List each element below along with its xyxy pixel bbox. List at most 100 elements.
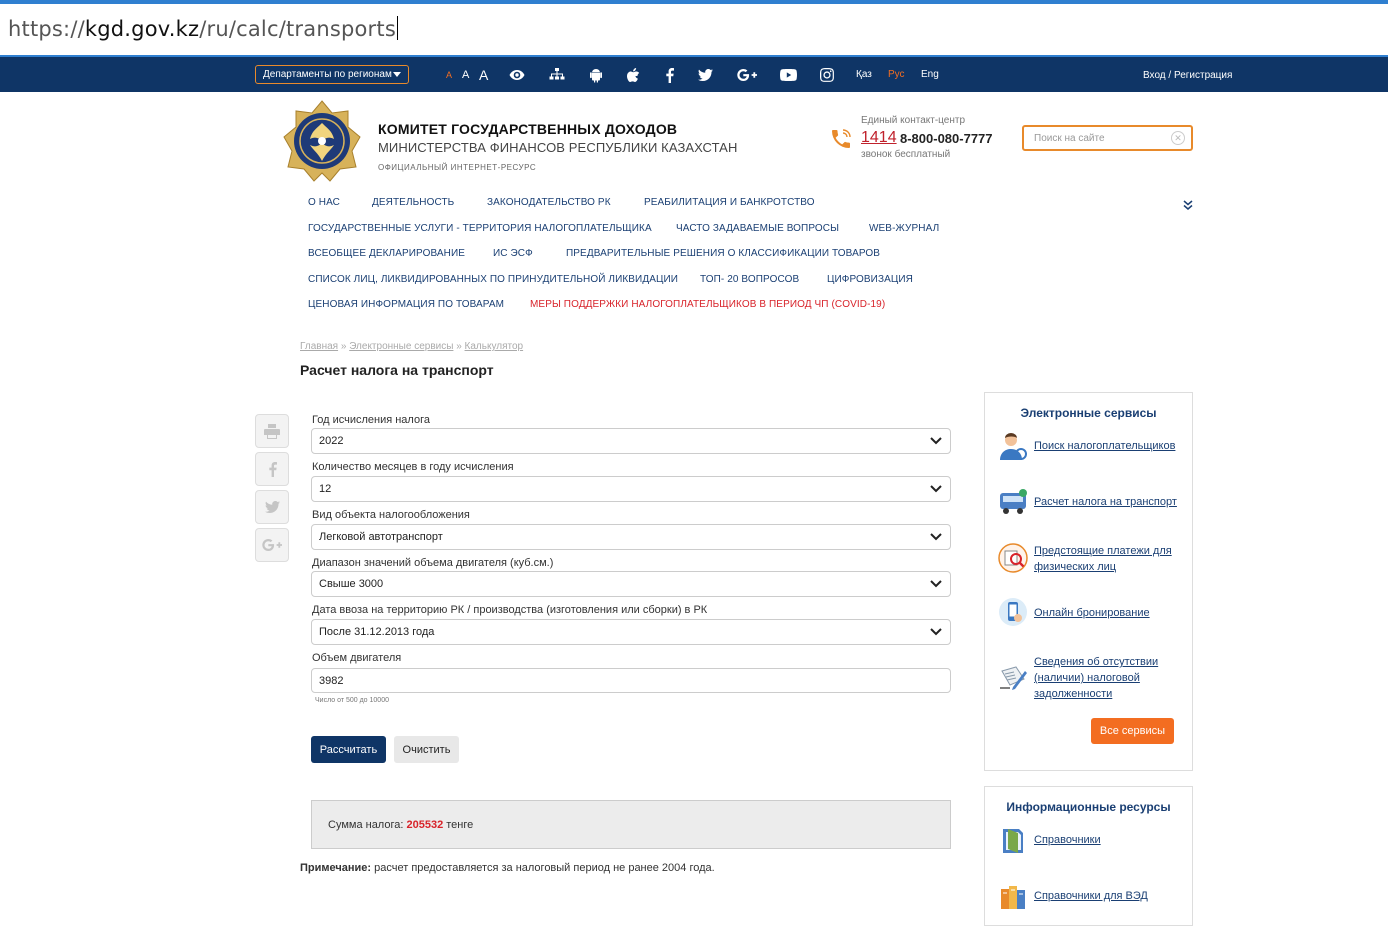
payments-search-icon	[997, 542, 1029, 574]
phone-icon	[829, 127, 853, 151]
contact-long-number: 8-800-080-7777	[900, 131, 993, 146]
service-link-transport-tax[interactable]: Расчет налога на транспорт	[1034, 494, 1184, 510]
import-date-label: Дата ввоза на территорию РК / производст…	[312, 604, 708, 616]
chevron-double-down-icon[interactable]	[1182, 198, 1194, 210]
service-link-debt-info[interactable]: Сведения об отсутствии (наличии) налогов…	[1034, 654, 1184, 702]
menu-item-digitalization[interactable]: ЦИФРОВИЗАЦИЯ	[827, 274, 913, 285]
login-link[interactable]: Вход / Регистрация	[1143, 70, 1232, 81]
top-bar: Департаменты по регионам A A A Қаз Рус E…	[0, 57, 1388, 92]
note: Примечание: расчет предоставляется за на…	[300, 862, 715, 874]
eservices-panel: Электронные сервисы Поиск налогоплательщ…	[984, 392, 1193, 771]
menu-item-web-journal[interactable]: WEB-ЖУРНАЛ	[869, 223, 939, 234]
font-size-medium[interactable]: A	[462, 69, 469, 81]
print-icon[interactable]	[255, 414, 289, 448]
menu-item-activity[interactable]: ДЕЯТЕЛЬНОСТЬ	[372, 197, 454, 208]
menu-item-declaration[interactable]: ВСЕОБЩЕЕ ДЕКЛАРИРОВАНИЕ	[308, 248, 465, 259]
departments-dropdown[interactable]: Департаменты по регионам	[255, 65, 409, 84]
engine-range-label: Диапазон значений объема двигателя (куб.…	[312, 557, 554, 569]
tax-year-label: Год исчисления налога	[312, 414, 430, 426]
note-label: Примечание:	[300, 862, 372, 874]
breadcrumb-eservices[interactable]: Электронные сервисы	[349, 341, 453, 352]
org-title: КОМИТЕТ ГОСУДАРСТВЕННЫХ ДОХОДОВ	[378, 121, 678, 137]
breadcrumb: Главная » Электронные сервисы » Калькуля…	[300, 341, 523, 352]
service-link-taxpayer-search[interactable]: Поиск налогоплательщиков	[1034, 438, 1184, 454]
chevron-down-icon	[930, 437, 942, 445]
menu-item-rehabilitation[interactable]: РЕАБИЛИТАЦИЯ И БАНКРОТСТВО	[644, 197, 815, 208]
bus-icon	[997, 486, 1029, 518]
contact-free-note: звонок бесплатный	[861, 149, 951, 160]
debt-info-icon	[997, 661, 1029, 693]
sitemap-icon[interactable]	[548, 66, 566, 84]
contact-center-label: Единый контакт-центр	[861, 115, 966, 126]
apple-icon[interactable]	[624, 66, 642, 84]
facebook-icon[interactable]	[660, 66, 678, 84]
tax-result-label: Сумма налога:	[328, 819, 404, 831]
menu-item-is-esf[interactable]: ИС ЭСФ	[493, 248, 533, 259]
engine-volume-label: Объем двигателя	[312, 652, 402, 664]
menu-item-classification[interactable]: ПРЕДВАРИТЕЛЬНЫЕ РЕШЕНИЯ О КЛАССИФИКАЦИИ …	[566, 248, 880, 259]
menu-item-top20[interactable]: ТОП- 20 ВОПРОСОВ	[700, 274, 799, 285]
breadcrumb-home[interactable]: Главная	[300, 341, 338, 352]
lang-kz[interactable]: Қаз	[856, 69, 872, 80]
resource-link-directories[interactable]: Справочники	[1034, 832, 1184, 848]
font-size-large[interactable]: A	[479, 67, 488, 83]
object-type-select[interactable]: Легковой автотранспорт	[311, 524, 951, 550]
service-link-upcoming-payments[interactable]: Предстоящие платежи для физических лиц	[1034, 543, 1184, 575]
clear-button[interactable]: Очистить	[394, 736, 459, 763]
eservices-title: Электронные сервисы	[1020, 406, 1157, 420]
chevron-down-icon	[930, 628, 942, 636]
lang-ru[interactable]: Рус	[888, 69, 905, 80]
clear-search-icon[interactable]: ✕	[1171, 131, 1185, 145]
tax-result-value: 205532	[406, 819, 444, 831]
calculate-button[interactable]: Рассчитать	[311, 736, 386, 763]
tax-result-unit: тенге	[446, 819, 474, 831]
search-input[interactable]	[1034, 127, 1174, 149]
engine-volume-input[interactable]	[311, 668, 951, 693]
info-resources-panel: Информационные ресурсы Справочники Справ…	[984, 786, 1193, 926]
android-icon[interactable]	[587, 66, 605, 84]
books-icon	[997, 880, 1029, 912]
note-text: расчет предоставляется за налоговый пери…	[374, 862, 715, 874]
chevron-down-icon	[930, 485, 942, 493]
all-services-button[interactable]: Все сервисы	[1091, 718, 1174, 744]
contact-short-number[interactable]: 1414	[861, 129, 897, 147]
address-bar[interactable]: https://kgd.gov.kz/ru/calc/transports	[0, 0, 1388, 57]
menu-item-about[interactable]: О НАС	[308, 197, 340, 208]
tax-result-box: Сумма налога: 205532 тенге	[311, 800, 951, 849]
resource-link-ved-directories[interactable]: Справочники для ВЭД	[1034, 888, 1184, 904]
menu-item-liquidated-list[interactable]: СПИСОК ЛИЦ, ЛИКВИДИРОВАННЫХ ПО ПРИНУДИТЕ…	[308, 274, 678, 285]
google-plus-icon[interactable]	[736, 66, 758, 84]
org-note: ОФИЦИАЛЬНЫЙ ИНТЕРНЕТ-РЕСУРС	[378, 163, 537, 172]
lang-en[interactable]: Eng	[921, 69, 939, 80]
menu-item-public-services[interactable]: ГОСУДАРСТВЕННЫЕ УСЛУГИ - ТЕРРИТОРИЯ НАЛО…	[308, 223, 652, 234]
service-link-online-booking[interactable]: Онлайн бронирование	[1034, 605, 1184, 621]
tax-result-text: Сумма налога: 205532 тенге	[328, 819, 473, 831]
youtube-icon[interactable]	[779, 66, 797, 84]
months-label: Количество месяцев в году исчисления	[312, 461, 514, 473]
org-subtitle: МИНИСТЕРСТВА ФИНАНСОВ РЕСПУБЛИКИ КАЗАХСТ…	[378, 140, 738, 155]
share-twitter-icon[interactable]	[255, 490, 289, 524]
menu-item-faq[interactable]: ЧАСТО ЗАДАВАЕМЫЕ ВОПРОСЫ	[676, 223, 839, 234]
phone-booking-icon	[997, 596, 1029, 628]
months-select[interactable]: 12	[311, 476, 951, 502]
font-size-small[interactable]: A	[446, 70, 452, 80]
kgd-emblem-logo[interactable]	[280, 99, 364, 183]
menu-item-legislation[interactable]: ЗАКОНОДАТЕЛЬСТВО РК	[487, 197, 611, 208]
engine-range-select[interactable]: Свыше 3000	[311, 571, 951, 597]
import-date-select[interactable]: После 31.12.2013 года	[311, 619, 951, 645]
menu-item-price-info[interactable]: ЦЕНОВАЯ ИНФОРМАЦИЯ ПО ТОВАРАМ	[308, 299, 504, 310]
object-type-label: Вид объекта налогообложения	[312, 509, 470, 521]
tax-year-select[interactable]: 2022	[311, 428, 951, 454]
info-resources-title: Информационные ресурсы	[1006, 800, 1171, 814]
share-google-plus-icon[interactable]	[255, 528, 289, 562]
breadcrumb-separator: »	[340, 341, 347, 352]
url-text[interactable]: https://kgd.gov.kz/ru/calc/transports	[8, 16, 398, 41]
menu-item-covid-support[interactable]: МЕРЫ ПОДДЕРЖКИ НАЛОГОПЛАТЕЛЬЩИКОВ В ПЕРИ…	[530, 299, 885, 310]
share-facebook-icon[interactable]	[255, 452, 289, 486]
object-type-value: Легковой автотранспорт	[319, 531, 443, 543]
breadcrumb-calculator[interactable]: Калькулятор	[465, 341, 524, 352]
eye-icon[interactable]	[508, 66, 526, 84]
instagram-icon[interactable]	[818, 66, 836, 84]
engine-volume-hint: Число от 500 до 10000	[315, 697, 389, 704]
twitter-icon[interactable]	[696, 66, 714, 84]
